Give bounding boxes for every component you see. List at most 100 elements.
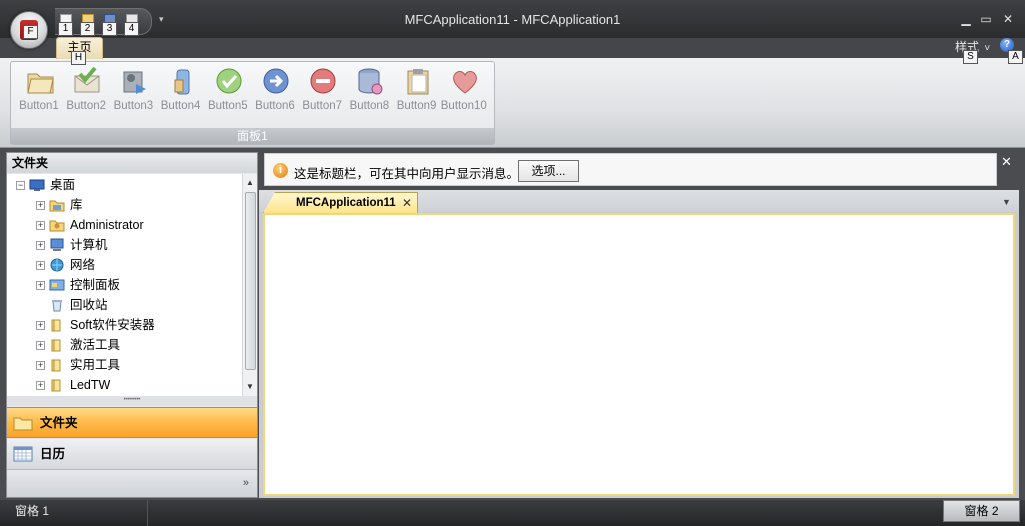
tree-item[interactable]: + Administrator <box>36 215 237 235</box>
key-tip-2: 2 <box>80 22 95 36</box>
nav-footer: » <box>7 471 257 497</box>
network-icon <box>50 258 64 272</box>
document-tab[interactable]: MFCApplication11 <box>263 192 418 213</box>
arrow-right-circle-icon <box>263 68 289 94</box>
expand-icon[interactable]: + <box>36 241 45 250</box>
collapse-icon[interactable]: − <box>16 181 25 190</box>
panel-caption: 面板1 <box>11 128 494 144</box>
expand-icon[interactable]: + <box>36 341 45 350</box>
minus-circle-icon <box>310 68 336 94</box>
expand-icon[interactable]: + <box>36 381 45 390</box>
document-view[interactable] <box>263 213 1015 496</box>
ribbon-button-label: Button5 <box>207 100 248 112</box>
key-tip-h: H <box>71 51 86 65</box>
ribbon-button-label: Button1 <box>19 100 59 112</box>
ribbon-button-label: Button6 <box>255 100 295 112</box>
ribbon-button-9[interactable]: Button9 <box>393 66 441 118</box>
key-tip-s: S <box>963 50 978 64</box>
tree-item[interactable]: + 控制面板 <box>36 275 237 295</box>
tree-item[interactable]: 回收站 <box>36 295 237 315</box>
folder-open-icon <box>27 73 54 94</box>
qat-customize-dropdown[interactable]: ▾ <box>159 14 164 25</box>
ribbon-button-7[interactable]: Button7 <box>298 66 346 118</box>
window-title: MFCApplication11 - MFCApplication1 <box>0 12 1025 27</box>
qat-print-button[interactable]: 4 <box>124 14 140 36</box>
pane-splitter[interactable]: •••••••• <box>7 396 257 406</box>
minimize-button[interactable]: ▁ <box>957 12 975 26</box>
tree-item[interactable]: + 实用工具 <box>36 355 237 375</box>
ribbon-button-5[interactable]: Button5 <box>204 66 252 118</box>
options-button[interactable]: 选项... <box>518 160 579 182</box>
application-window: MFCApplication11 - MFCApplication1 1 2 3… <box>0 0 1025 526</box>
ribbon-button-10[interactable]: Button10 <box>440 66 488 118</box>
expand-icon[interactable]: + <box>36 201 45 210</box>
tree-item-label: 实用工具 <box>70 358 121 372</box>
chevron-right-icon[interactable]: » <box>243 477 249 489</box>
status-pane-2: 窗格 2 <box>943 500 1020 522</box>
ribbon-button-6[interactable]: Button6 <box>251 66 299 118</box>
ribbon-button-label: Button7 <box>302 100 343 112</box>
tree-item[interactable]: + LedTW <box>36 375 237 395</box>
tree-item-label: 激活工具 <box>70 338 121 352</box>
folder-icon <box>51 359 61 372</box>
expand-icon[interactable]: + <box>36 261 45 270</box>
close-tab-icon[interactable]: ✕ <box>402 196 412 210</box>
nav-button-folders[interactable]: 文件夹 <box>7 407 257 438</box>
tree-item[interactable]: + 库 <box>36 195 237 215</box>
ribbon-button-2[interactable]: Button2 <box>62 66 110 118</box>
ribbon-button-4[interactable]: Button4 <box>157 66 205 118</box>
check-circle-icon <box>216 68 242 94</box>
scroll-thumb[interactable] <box>245 192 256 370</box>
window-title-app: MFCApplication1 <box>521 12 621 27</box>
qat-open-button[interactable]: 2 <box>80 14 96 36</box>
tree-item-label: LedTW <box>70 378 111 392</box>
tree-scrollbar[interactable]: ▲ ▼ <box>242 174 257 396</box>
qat-save-button[interactable]: 3 <box>102 14 118 36</box>
window-title-separator: - <box>509 12 522 27</box>
mail-check-icon <box>74 66 100 93</box>
tree-item[interactable]: + 激活工具 <box>36 335 237 355</box>
ribbon-button-8[interactable]: Button8 <box>345 66 393 118</box>
clipboard-icon <box>407 69 429 95</box>
desktop-icon <box>29 179 45 191</box>
application-menu-button[interactable]: F <box>10 11 48 49</box>
ribbon-panel: Button1 Button2 Button3 Button4 Button5 Butto… <box>10 61 495 145</box>
tree-item-label: 库 <box>70 198 83 212</box>
pane-caption: 文件夹 <box>7 153 257 173</box>
tree-item-label: 回收站 <box>70 298 108 312</box>
ribbon-button-label: Button10 <box>440 100 487 112</box>
tree-item[interactable]: + 网络 <box>36 255 237 275</box>
nav-label-folders: 文件夹 <box>40 416 78 430</box>
scroll-down-arrow[interactable]: ▼ <box>243 380 257 394</box>
ribbon-button-1[interactable]: Button1 <box>15 66 63 118</box>
ribbon-button-3[interactable]: Button3 <box>109 66 157 118</box>
folder-icon <box>51 319 61 332</box>
tree-item-label: 计算机 <box>70 238 108 252</box>
quick-access-toolbar: 1 2 3 4 <box>55 8 152 36</box>
status-bar: 窗格 1 窗格 2 <box>0 500 1025 526</box>
message-close-icon[interactable]: ✕ <box>1001 154 1012 170</box>
scroll-up-arrow[interactable]: ▲ <box>243 176 257 190</box>
tree-item[interactable]: + Soft软件安装器 <box>36 315 237 335</box>
tree-item[interactable]: − 桌面 <box>16 175 237 195</box>
key-tip-a: A <box>1008 50 1023 64</box>
tab-list-dropdown-icon[interactable]: ▼ <box>1002 197 1011 207</box>
expand-icon[interactable]: + <box>36 361 45 370</box>
window-title-doc: MFCApplication11 <box>404 12 510 27</box>
ribbon-button-label: Button2 <box>66 100 107 112</box>
computer-icon <box>50 238 64 251</box>
tree-item[interactable]: + 计算机 <box>36 235 237 255</box>
maximize-button[interactable]: ▭ <box>977 12 995 26</box>
key-tip-f: F <box>23 25 38 39</box>
expand-icon[interactable]: + <box>36 281 45 290</box>
folder-icon <box>51 339 61 352</box>
status-pane-1: 窗格 1 <box>0 500 148 526</box>
recycle-bin-icon <box>52 300 62 312</box>
nav-button-calendar[interactable]: 日历 <box>7 439 257 470</box>
close-button[interactable]: ✕ <box>999 12 1017 26</box>
heart-icon <box>452 71 477 94</box>
expand-icon[interactable]: + <box>36 221 45 230</box>
expand-icon[interactable]: + <box>36 321 45 330</box>
control-panel-icon <box>49 279 65 291</box>
qat-new-button[interactable]: 1 <box>58 14 74 36</box>
